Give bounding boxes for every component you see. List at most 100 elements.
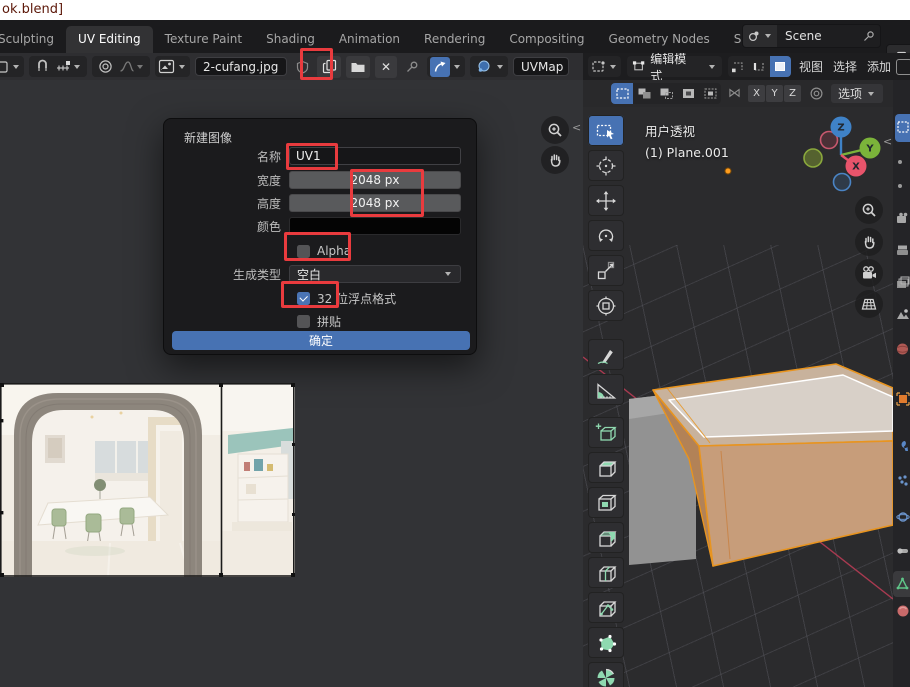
- viewport-canvas[interactable]: 用户透视 (1) Plane.001: [583, 107, 893, 687]
- tab-modifiers[interactable]: [896, 438, 910, 452]
- tab-material[interactable]: [896, 603, 910, 617]
- pin-toggle[interactable]: [402, 57, 422, 77]
- new-image-button[interactable]: [317, 56, 341, 78]
- tab-output[interactable]: [896, 243, 910, 257]
- workspace-tab-uv-editing[interactable]: UV Editing: [66, 26, 153, 53]
- alpha-checkbox[interactable]: [297, 245, 310, 258]
- options-dropdown[interactable]: 选项: [831, 84, 883, 103]
- uvmap-field[interactable]: UVMap: [513, 57, 569, 76]
- tab-active-tool[interactable]: [895, 114, 910, 142]
- proportional-edit-toggle[interactable]: [95, 57, 115, 77]
- fake-user-toggle[interactable]: [292, 57, 312, 77]
- uv-pan-button[interactable]: [541, 146, 569, 174]
- menu-select[interactable]: 选择: [831, 56, 859, 77]
- add-cube-tool[interactable]: [588, 417, 624, 448]
- tiled-checkbox[interactable]: [297, 315, 310, 328]
- workspace-tab-sculpting[interactable]: Sculpting: [0, 26, 66, 53]
- image-name-field[interactable]: 2-cufang.jpg: [195, 57, 287, 76]
- workspace-tab-animation[interactable]: Animation: [327, 26, 412, 53]
- tab-scene[interactable]: [896, 307, 910, 321]
- select-invert-button[interactable]: [677, 83, 699, 104]
- mirror-x-button[interactable]: X: [748, 85, 765, 102]
- vp-sidebar-collapse-arrow[interactable]: <: [883, 135, 892, 148]
- vertex-select-button[interactable]: [728, 56, 749, 77]
- select-new-button[interactable]: [611, 83, 633, 104]
- extrude-region-tool[interactable]: [588, 452, 624, 483]
- vp-pan-button[interactable]: [855, 228, 883, 256]
- spin-tool[interactable]: [588, 662, 624, 687]
- scene-browse-button[interactable]: [743, 25, 777, 47]
- axis-z[interactable]: Z: [831, 117, 852, 138]
- measure-tool[interactable]: [588, 374, 624, 405]
- tab-physics[interactable]: [896, 509, 910, 523]
- tab-particles[interactable]: [896, 473, 910, 487]
- tab-view-layer[interactable]: [896, 275, 910, 289]
- vp-ortho-toggle-button[interactable]: [855, 290, 883, 318]
- transform-tool[interactable]: [588, 290, 624, 321]
- annotate-tool[interactable]: [588, 339, 624, 370]
- inset-faces-tool[interactable]: [588, 487, 624, 518]
- snapping-dropdown[interactable]: [54, 57, 84, 77]
- workspace-tab-compositing[interactable]: Compositing: [497, 26, 596, 53]
- mode-dropdown[interactable]: 编辑模式: [627, 56, 722, 77]
- mirror-z-button[interactable]: Z: [784, 85, 801, 102]
- axis-y[interactable]: Y: [860, 138, 881, 159]
- width-field[interactable]: 2048 px: [289, 171, 461, 189]
- select-subtract-button[interactable]: [655, 83, 677, 104]
- sticky-select-mode[interactable]: [473, 57, 493, 77]
- cursor-tool[interactable]: [588, 150, 624, 181]
- workspace-tab-rendering[interactable]: Rendering: [412, 26, 497, 53]
- vp-camera-button[interactable]: [855, 259, 883, 287]
- viewport-editor-type-dropdown[interactable]: [588, 56, 621, 77]
- uv-zoom-button[interactable]: [541, 116, 569, 144]
- axis-neg-z[interactable]: [834, 174, 851, 191]
- vp-zoom-button[interactable]: [855, 196, 883, 224]
- rotate-tool[interactable]: [588, 220, 624, 251]
- generated-type-dropdown[interactable]: 空白: [289, 265, 461, 283]
- uv-editor-type-dropdown[interactable]: [0, 56, 24, 77]
- scene-selector[interactable]: Scene: [742, 24, 881, 48]
- face-select-button[interactable]: [770, 56, 791, 77]
- tab-constraints[interactable]: [896, 543, 910, 557]
- tab-render[interactable]: [896, 211, 910, 225]
- mirror-y-button[interactable]: Y: [766, 85, 783, 102]
- properties-editor-type-icon[interactable]: [896, 59, 910, 75]
- bevel-tool[interactable]: [588, 522, 624, 553]
- move-tool[interactable]: [588, 185, 624, 216]
- select-extend-button[interactable]: [633, 83, 655, 104]
- axis-x[interactable]: X: [846, 156, 867, 177]
- box-select-tool[interactable]: [588, 115, 624, 146]
- image-browse-dropdown[interactable]: [155, 56, 190, 77]
- loop-cut-tool[interactable]: [588, 557, 624, 588]
- menu-view[interactable]: 视图: [797, 56, 825, 77]
- ok-button[interactable]: 确定: [172, 331, 470, 350]
- uv-sync-select-toggle[interactable]: [430, 57, 450, 77]
- tab-object[interactable]: [896, 391, 910, 405]
- snap-toggle[interactable]: [32, 57, 52, 77]
- tab-object-data[interactable]: [893, 571, 910, 597]
- scene-name-field[interactable]: Scene: [777, 25, 857, 47]
- uv-editor-canvas[interactable]: 新建图像 名称 UV1 宽度 2048 px 高度 2048 px 颜色 Alp…: [0, 80, 583, 687]
- poly-build-tool[interactable]: [588, 627, 624, 658]
- proportional-edit-icon[interactable]: [809, 86, 824, 101]
- workspace-tab-texture-paint[interactable]: Texture Paint: [153, 26, 254, 53]
- menu-add[interactable]: 添加: [865, 56, 893, 77]
- edge-select-button[interactable]: [749, 56, 770, 77]
- pin-button[interactable]: [857, 25, 880, 47]
- unlink-image-button[interactable]: ✕: [375, 56, 397, 78]
- uv-sidebar-collapse-arrow[interactable]: <: [572, 121, 581, 134]
- scale-tool[interactable]: [588, 255, 624, 286]
- falloff-dropdown[interactable]: [117, 57, 147, 77]
- tab-world[interactable]: [896, 341, 910, 355]
- select-intersect-button[interactable]: [699, 83, 721, 104]
- axis-neg-x[interactable]: [804, 149, 822, 167]
- axis-gizmo[interactable]: Z Y X: [798, 112, 888, 200]
- name-field[interactable]: UV1: [289, 147, 461, 165]
- height-field[interactable]: 2048 px: [289, 194, 461, 212]
- workspace-tab-geometry-nodes[interactable]: Geometry Nodes: [597, 26, 722, 53]
- workspace-tab-shading[interactable]: Shading: [254, 26, 327, 53]
- color-swatch[interactable]: [289, 217, 461, 235]
- open-image-button[interactable]: [346, 56, 370, 78]
- uv-image-preview[interactable]: [0, 383, 295, 577]
- knife-tool[interactable]: [588, 592, 624, 623]
